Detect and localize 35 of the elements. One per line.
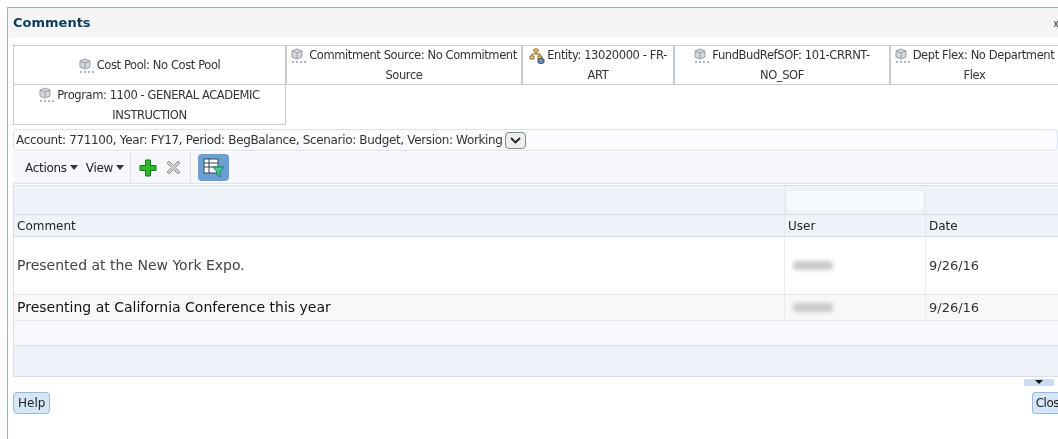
close-button[interactable]: Clos [1031, 392, 1058, 414]
blurred-user [793, 303, 833, 312]
add-icon[interactable] [139, 158, 157, 177]
filter-button[interactable] [198, 154, 229, 181]
dimension-cell[interactable]: Program: 1100 - GENERAL ACADEMIC INSTRUCTION [13, 85, 286, 125]
toolbar-menu[interactable]: Actions [25, 158, 78, 177]
dimension-cell[interactable]: FundBudRefSOF: 101-CRRNT-NO_SOF [674, 45, 890, 85]
dialog-title: Comments [13, 14, 91, 33]
chevron-icon [509, 136, 521, 144]
column-header[interactable]: User [788, 216, 816, 235]
caret-icon [69, 165, 78, 170]
date-text: 9/26/16 [929, 256, 980, 275]
comment-text: Presented at the New York Expo. [17, 256, 245, 275]
dropdown-button[interactable] [504, 131, 526, 149]
help-button[interactable]: Help [13, 392, 51, 414]
column-header[interactable]: Comment [17, 216, 76, 235]
close-icon[interactable] [1054, 20, 1058, 28]
hierarchy-icon [529, 47, 548, 64]
blurred-user [793, 261, 833, 270]
date-text: 9/26/16 [929, 298, 980, 317]
column-header[interactable]: Date [929, 216, 958, 235]
table-filter-icon [202, 157, 225, 178]
delete-icon[interactable] [165, 159, 182, 176]
dimension-cell[interactable]: Dept Flex: No Department Flex [890, 45, 1058, 85]
cube-icon [894, 47, 913, 64]
dimension-cell[interactable]: Entity: 13020000 - FR-ART [522, 45, 674, 85]
dimension-cell[interactable]: Commitment Source: No Commitment Source [286, 45, 522, 85]
scroll-down-icon[interactable] [1024, 379, 1054, 386]
comment-text: Presenting at California Conference this year [17, 298, 331, 317]
dimension-label: Cost Pool: No Cost Pool [78, 55, 221, 75]
toolbar-menu[interactable]: View [85, 158, 124, 177]
caret-icon [116, 165, 124, 170]
context-field[interactable]: Account: 771100, Year: FY17, Period: BegBalance, Scenario: Budget, Version: Working [13, 129, 1058, 151]
dimension-cell[interactable]: Cost Pool: No Cost Pool [13, 45, 286, 85]
cube-icon [78, 57, 97, 74]
